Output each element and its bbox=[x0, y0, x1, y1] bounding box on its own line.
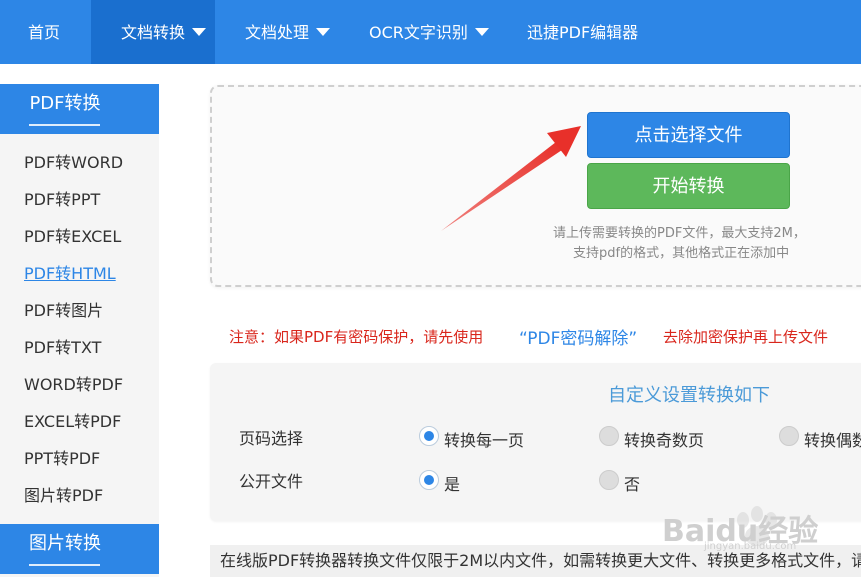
nav-home[interactable]: 首页 bbox=[28, 0, 60, 64]
section-underline bbox=[29, 564, 100, 566]
sidebar-item-word-to-pdf[interactable]: WORD转PDF bbox=[24, 375, 123, 395]
radio-odd-pages-label[interactable]: 转换奇数页 bbox=[624, 427, 704, 451]
notice-suffix: 去除加密保护再上传文件 bbox=[663, 328, 829, 346]
page-selection-label: 页码选择 bbox=[239, 429, 304, 448]
sidebar-item-pdf-to-image[interactable]: PDF转图片 bbox=[24, 301, 103, 321]
nav-ocr-label: OCR文字识别 bbox=[369, 23, 468, 42]
radio-every-page[interactable] bbox=[419, 426, 439, 446]
sidebar-item-pdf-to-txt[interactable]: PDF转TXT bbox=[24, 338, 101, 358]
sidebar-section-title: PDF转换 bbox=[29, 93, 101, 114]
radio-even-pages[interactable] bbox=[779, 426, 799, 446]
nav-document-processing-label: 文档处理 bbox=[245, 23, 310, 42]
public-file-label: 公开文件 bbox=[239, 472, 304, 491]
chevron-down-icon bbox=[192, 27, 207, 36]
start-conversion-button[interactable]: 开始转换 bbox=[587, 163, 790, 209]
sidebar-item-ppt-to-pdf[interactable]: PPT转PDF bbox=[24, 449, 100, 469]
sidebar-item-pdf-to-html[interactable]: PDF转HTML bbox=[24, 264, 116, 284]
settings-title: 自定义设置转换如下 bbox=[608, 385, 770, 406]
radio-public-no[interactable] bbox=[599, 470, 619, 490]
chevron-down-icon bbox=[474, 27, 489, 36]
radio-odd-pages[interactable] bbox=[599, 426, 619, 446]
section-underline bbox=[29, 124, 100, 126]
chevron-down-icon bbox=[316, 27, 331, 36]
notice-prefix: 注意：如果PDF有密码保护，请先使用 bbox=[229, 328, 484, 346]
nav-document-conversion-label: 文档转换 bbox=[121, 23, 186, 42]
radio-even-pages-label[interactable]: 转换偶数 bbox=[804, 427, 861, 451]
nav-ocr[interactable]: OCR文字识别 bbox=[369, 0, 489, 64]
top-navigation-bar: 首页 文档转换 文档处理 OCR文字识别 迅捷PDF编辑器 bbox=[0, 0, 861, 64]
upload-hint-line2: 支持pdf的格式，其他格式正在添加中 bbox=[573, 246, 790, 261]
upload-hint-line1: 请上传需要转换的PDF文件，最大支持2M， bbox=[553, 226, 806, 241]
watermark-url: jingyan.baidu.com bbox=[704, 541, 797, 552]
radio-every-page-label[interactable]: 转换每一页 bbox=[444, 427, 524, 451]
sidebar-item-excel-to-pdf[interactable]: EXCEL转PDF bbox=[24, 412, 121, 432]
sidebar-item-pdf-to-ppt[interactable]: PDF转PPT bbox=[24, 190, 100, 210]
sidebar-item-pdf-to-excel[interactable]: PDF转EXCEL bbox=[24, 227, 121, 247]
nav-document-processing[interactable]: 文档处理 bbox=[245, 0, 331, 64]
sidebar-item-pdf-to-word[interactable]: PDF转WORD bbox=[24, 153, 123, 173]
sidebar-section-image-conversion: 图片转换 bbox=[0, 524, 159, 574]
sidebar-section-title: 图片转换 bbox=[29, 533, 101, 554]
nav-pdf-editor[interactable]: 迅捷PDF编辑器 bbox=[527, 0, 638, 64]
nav-document-conversion[interactable]: 文档转换 bbox=[91, 0, 215, 64]
radio-public-no-label[interactable]: 否 bbox=[624, 471, 640, 495]
pdf-password-removal-link[interactable]: “PDF密码解除” bbox=[519, 324, 637, 349]
select-file-button[interactable]: 点击选择文件 bbox=[587, 112, 790, 158]
sidebar-section-pdf-conversion: PDF转换 bbox=[0, 84, 159, 134]
radio-public-yes[interactable] bbox=[419, 470, 439, 490]
sidebar-item-image-to-pdf[interactable]: 图片转PDF bbox=[24, 486, 103, 506]
radio-public-yes-label[interactable]: 是 bbox=[444, 471, 460, 495]
